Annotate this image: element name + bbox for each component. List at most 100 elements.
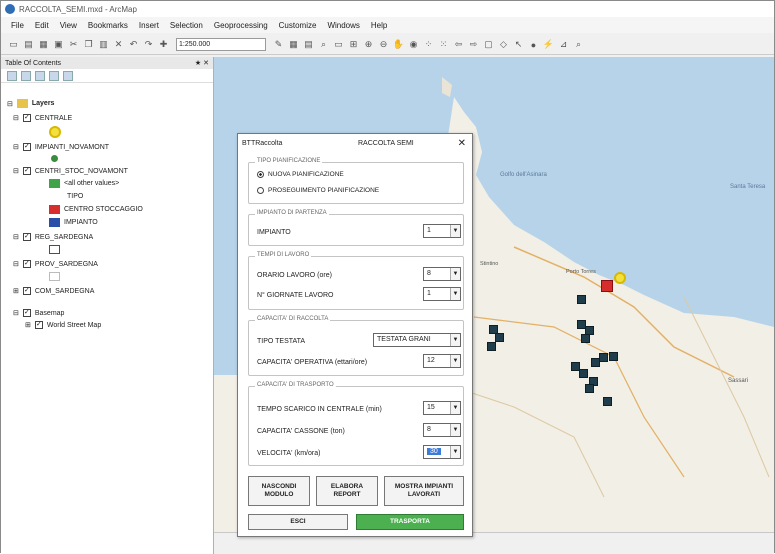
pan-icon[interactable]: ✋: [392, 38, 405, 51]
table-icon[interactable]: ▦: [287, 38, 300, 51]
dropdown-arrow-icon[interactable]: ▼: [450, 446, 460, 458]
identify-icon[interactable]: ●: [527, 38, 540, 51]
centrale-marker[interactable]: [614, 272, 626, 284]
zoom-in-icon[interactable]: ⊕: [362, 38, 375, 51]
menu-customize[interactable]: Customize: [279, 21, 317, 30]
impianto-select[interactable]: 1 ▼: [423, 224, 461, 238]
collapse-icon[interactable]: ⊟: [13, 233, 19, 241]
layer-checkbox[interactable]: ✓: [22, 167, 31, 175]
undo-icon[interactable]: ↶: [127, 38, 140, 51]
cut-icon[interactable]: ✂: [67, 38, 80, 51]
new-icon[interactable]: ▭: [7, 38, 20, 51]
menu-file[interactable]: File: [11, 21, 24, 30]
redo-icon[interactable]: ↷: [142, 38, 155, 51]
collapse-icon[interactable]: ⊟: [13, 260, 19, 268]
print-icon[interactable]: ▣: [52, 38, 65, 51]
layer-checkbox[interactable]: ✓: [22, 260, 31, 268]
expand-icon[interactable]: ⊞: [13, 287, 19, 295]
find-icon[interactable]: ⌕: [572, 38, 585, 51]
stoccaggio-marker[interactable]: [601, 280, 613, 292]
fixed-zoom-in-icon[interactable]: ⁘: [422, 38, 435, 51]
impianto-marker[interactable]: [599, 353, 608, 362]
layer-checkbox[interactable]: ✓: [22, 287, 31, 295]
impianto-marker[interactable]: [487, 342, 496, 351]
impianto-marker[interactable]: [609, 352, 618, 361]
tipo-testata-select[interactable]: TESTATA GRANI ▼: [373, 333, 461, 347]
measure-icon[interactable]: ⊿: [557, 38, 570, 51]
nascondi-modulo-button[interactable]: NASCONDI MODULO: [248, 476, 310, 506]
menu-insert[interactable]: Insert: [139, 21, 159, 30]
impianto-marker[interactable]: [603, 397, 612, 406]
select-elements-icon[interactable]: ↖: [512, 38, 525, 51]
toc-layer-reg[interactable]: ⊟ ✓ REG_SARDEGNA: [13, 233, 93, 241]
toc-options-icon[interactable]: [63, 70, 73, 81]
toc-root[interactable]: ⊟ Layers: [7, 99, 54, 108]
menu-edit[interactable]: Edit: [35, 21, 49, 30]
list-by-visibility-icon[interactable]: [35, 70, 45, 81]
list-by-source-icon[interactable]: [21, 70, 31, 81]
tempo-scarico-select[interactable]: 15 ▼: [423, 401, 461, 415]
toc-layer-street[interactable]: ⊞ ✓ World Street Map: [25, 321, 101, 329]
radio-nuova-pianificazione[interactable]: NUOVA PIANIFICAZIONE: [257, 171, 344, 178]
hyperlink-icon[interactable]: ⚡: [542, 38, 555, 51]
delete-icon[interactable]: ✕: [112, 38, 125, 51]
layer-checkbox[interactable]: ✓: [22, 114, 31, 122]
menu-help[interactable]: Help: [371, 21, 387, 30]
toc-layer-prov[interactable]: ⊟ ✓ PROV_SARDEGNA: [13, 260, 98, 268]
menu-selection[interactable]: Selection: [170, 21, 203, 30]
capacita-cassone-select[interactable]: 8 ▼: [423, 423, 461, 437]
collapse-icon[interactable]: ⊟: [13, 143, 19, 151]
menu-bookmarks[interactable]: Bookmarks: [88, 21, 128, 30]
dropdown-arrow-icon[interactable]: ▼: [450, 288, 460, 300]
fixed-zoom-out-icon[interactable]: ⁙: [437, 38, 450, 51]
python-icon[interactable]: ▭: [332, 38, 345, 51]
impianto-marker[interactable]: [577, 295, 586, 304]
dialog-close-icon[interactable]: ✕: [458, 138, 466, 149]
search-icon[interactable]: ⌕: [317, 38, 330, 51]
paste-icon[interactable]: ▥: [97, 38, 110, 51]
capacita-operativa-select[interactable]: 12 ▼: [423, 354, 461, 368]
list-by-drawing-order-icon[interactable]: [7, 70, 17, 81]
impianto-marker[interactable]: [581, 334, 590, 343]
collapse-icon[interactable]: ⊟: [13, 114, 19, 122]
full-extent-icon[interactable]: ◉: [407, 38, 420, 51]
expand-icon[interactable]: ⊞: [25, 321, 31, 329]
toc-layer-impianti[interactable]: ⊟ ✓ IMPIANTI_NOVAMONT: [13, 143, 109, 151]
map-scale-input[interactable]: 1:250.000: [176, 38, 266, 51]
collapse-icon[interactable]: ⊟: [13, 167, 19, 175]
radio-proseguimento-pianificazione[interactable]: PROSEGUIMENTO PIANIFICAZIONE: [257, 187, 379, 194]
save-icon[interactable]: ▦: [37, 38, 50, 51]
dropdown-arrow-icon[interactable]: ▼: [450, 402, 460, 414]
dropdown-arrow-icon[interactable]: ▼: [450, 424, 460, 436]
dropdown-arrow-icon[interactable]: ▼: [450, 334, 460, 346]
dropdown-arrow-icon[interactable]: ▼: [450, 355, 460, 367]
orario-lavoro-select[interactable]: 8 ▼: [423, 267, 461, 281]
toc-layer-centri[interactable]: ⊟ ✓ CENTRI_STOC_NOVAMONT: [13, 167, 128, 175]
menu-geoprocessing[interactable]: Geoprocessing: [214, 21, 268, 30]
select-features-icon[interactable]: ▢: [482, 38, 495, 51]
toc-layer-basemap[interactable]: ⊟ ✓ Basemap: [13, 309, 64, 317]
toc-layer-centrale[interactable]: ⊟ ✓ CENTRALE: [13, 114, 72, 122]
back-icon[interactable]: ⇦: [452, 38, 465, 51]
radio-selected-icon[interactable]: [257, 171, 264, 178]
dropdown-arrow-icon[interactable]: ▼: [450, 225, 460, 237]
layer-checkbox[interactable]: ✓: [22, 143, 31, 151]
open-icon[interactable]: ▤: [22, 38, 35, 51]
list-by-selection-icon[interactable]: [49, 70, 59, 81]
mostra-impianti-button[interactable]: MOSTRA IMPIANTI LAVORATI: [384, 476, 464, 506]
dropdown-arrow-icon[interactable]: ▼: [450, 268, 460, 280]
zoom-out-icon[interactable]: ⊖: [377, 38, 390, 51]
elabora-report-button[interactable]: ELABORA REPORT: [316, 476, 378, 506]
toc-layer-com[interactable]: ⊞ ✓ COM_SARDEGNA: [13, 287, 94, 295]
toc-pin-icon[interactable]: ★ ✕: [195, 59, 209, 67]
trasporta-button[interactable]: TRASPORTA: [356, 514, 464, 530]
esci-button[interactable]: ESCI: [248, 514, 348, 530]
impianto-marker[interactable]: [495, 333, 504, 342]
add-data-icon[interactable]: ✚: [157, 38, 170, 51]
radio-unselected-icon[interactable]: [257, 187, 264, 194]
editor-icon[interactable]: ✎: [272, 38, 285, 51]
collapse-icon[interactable]: ⊟: [7, 100, 13, 108]
velocita-select[interactable]: 30 ▼: [423, 445, 461, 459]
layer-checkbox[interactable]: ✓: [22, 309, 31, 317]
impianto-marker[interactable]: [585, 384, 594, 393]
